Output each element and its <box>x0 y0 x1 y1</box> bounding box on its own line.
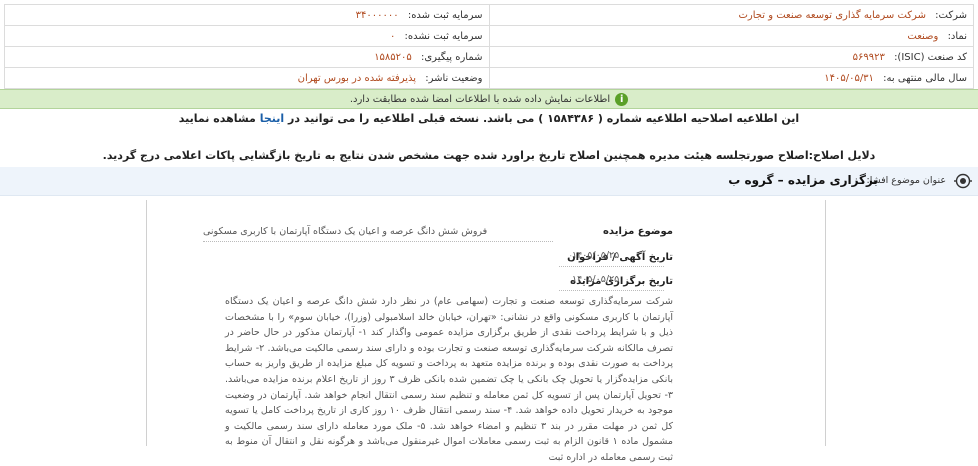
unregistered-capital-label: سرمایه ثبت نشده: <box>404 30 483 42</box>
subject-label: عنوان موضوع افشا: <box>866 175 947 186</box>
auction-subject-value: فروش شش دانگ عرصه و اعیان یک دستگاه آپار… <box>203 226 488 237</box>
correction-reason: دلایل اصلاح:اصلاح صورتجلسه هیئت مدیره هم… <box>102 149 876 162</box>
registered-capital-cell: سرمایه ثبت شده: ۳۴۰۰۰۰۰۰ <box>4 4 490 26</box>
auction-document: موضوع مزایده فروش شش دانگ عرصه و اعیان ی… <box>146 200 826 463</box>
tracking-cell: شماره پیگیری: ۱۵۸۵۲۰۵ <box>4 46 490 68</box>
isic-label: کد صنعت (ISIC): <box>894 51 967 63</box>
symbol-cell: نماد: وصنعت <box>488 25 974 47</box>
unregistered-capital-cell: سرمایه ثبت نشده: ۰ <box>4 25 490 47</box>
symbol-label: نماد: <box>947 30 967 42</box>
correction-notice: این اطلاعیه اصلاحیه اطلاعیه شماره ( ۱۵۸۴… <box>0 112 978 125</box>
ad-date-value: ۱۴۰۵/۰۵/۲۵ <box>572 250 620 261</box>
target-icon <box>954 173 972 189</box>
symbol-value: وصنعت <box>907 30 939 42</box>
auction-date-value: ۱۴۰۵/۰۵/۲۵ <box>572 274 620 285</box>
notice-text: اطلاعات نمایش داده شده با اطلاعات امضا ش… <box>349 93 611 105</box>
company-value: شرکت سرمایه گذاری توسعه صنعت و تجارت <box>738 9 926 21</box>
publisher-status-value: پذیرفته شده در بورس تهران <box>297 72 417 84</box>
publisher-status-label: وضعیت ناشر: <box>425 72 483 84</box>
publisher-status-cell: وضعیت ناشر: پذیرفته شده در بورس تهران <box>4 67 490 89</box>
ad-date-underline <box>559 266 664 267</box>
company-cell: شرکت: شرکت سرمایه گذاری توسعه صنعت و تجا… <box>488 4 974 26</box>
disclosure-subject-bar: عنوان موضوع افشا: برگزاری مزایده – گروه … <box>0 167 978 196</box>
fiscal-year-cell: سال مالی منتهی به: ۱۴۰۵/۰۵/۳۱ <box>488 67 974 89</box>
correction-prefix: این اطلاعیه اصلاحیه اطلاعیه شماره ( ۱۵۸۴… <box>288 112 800 125</box>
tracking-label: شماره پیگیری: <box>420 51 483 63</box>
auction-date-underline <box>559 290 664 291</box>
tracking-value: ۱۵۸۵۲۰۵ <box>374 51 412 63</box>
info-icon: i <box>615 92 629 106</box>
signature-match-notice: i اطلاعات نمایش داده شده با اطلاعات امضا… <box>0 89 978 109</box>
unregistered-capital-value: ۰ <box>389 30 396 42</box>
company-info-table: شرکت: شرکت سرمایه گذاری توسعه صنعت و تجا… <box>4 4 974 89</box>
isic-value: ۵۶۹۹۲۳ <box>852 51 885 63</box>
previous-version-link[interactable]: اینجا <box>260 112 284 125</box>
registered-capital-label: سرمایه ثبت شده: <box>407 9 483 21</box>
subject-title: برگزاری مزایده – گروه ب <box>728 173 878 187</box>
auction-body-text: شرکت سرمایه‌گذاری توسعه صنعت و تجارت (سه… <box>225 296 674 463</box>
company-label: شرکت: <box>935 9 967 21</box>
registered-capital-value: ۳۴۰۰۰۰۰۰ <box>355 9 399 21</box>
fiscal-year-label: سال مالی منتهی به: <box>883 72 967 84</box>
fiscal-year-value: ۱۴۰۵/۰۵/۳۱ <box>824 72 874 84</box>
auction-subject-label: موضوع مزایده <box>603 226 673 237</box>
subject-underline <box>203 241 553 242</box>
correction-suffix: مشاهده نمایید <box>178 112 256 125</box>
isic-cell: کد صنعت (ISIC): ۵۶۹۹۲۳ <box>488 46 974 68</box>
